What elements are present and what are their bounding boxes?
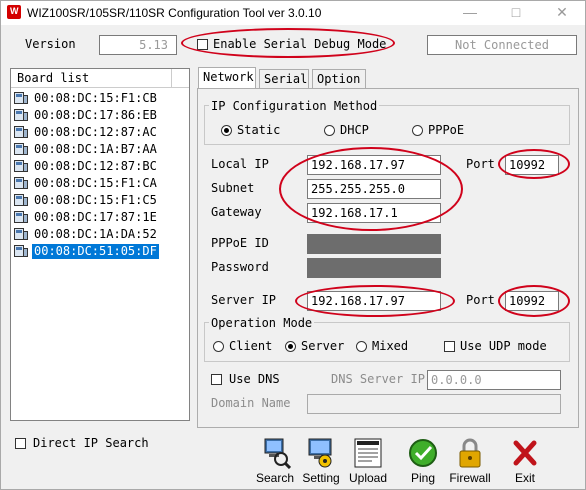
tab-serial[interactable]: Serial — [259, 69, 309, 89]
server-ip-input[interactable]: 192.168.17.97 — [307, 291, 441, 311]
mixed-radio[interactable] — [356, 341, 367, 352]
board-list-item[interactable]: 00:08:DC:12:87:BC — [13, 157, 173, 175]
firewall-icon — [459, 438, 481, 468]
subnet-input[interactable]: 255.255.255.0 — [307, 179, 441, 199]
window-title: WIZ100SR/105SR/110SR Configuration Tool … — [27, 6, 322, 20]
use-dns-label[interactable]: Use DNS — [229, 372, 280, 386]
upload-button[interactable]: Upload — [344, 437, 392, 489]
client-label[interactable]: Client — [229, 339, 272, 353]
server-port-label: Port — [466, 293, 495, 307]
use-dns-checkbox[interactable] — [211, 374, 222, 385]
gateway-label: Gateway — [211, 205, 262, 219]
board-mac-label: 00:08:DC:15:F1:C5 — [34, 193, 157, 207]
device-icon — [14, 228, 28, 240]
board-mac-label: 00:08:DC:15:F1:CA — [34, 176, 157, 190]
setting-icon — [308, 438, 332, 468]
board-list-item[interactable]: 00:08:DC:1A:B7:AA — [13, 140, 173, 158]
subnet-label: Subnet — [211, 181, 255, 195]
local-ip-input[interactable]: 192.168.17.97 — [307, 155, 441, 175]
password-input — [307, 258, 441, 278]
pppoe-id-input — [307, 234, 441, 254]
board-mac-label: 00:08:DC:17:87:1E — [34, 210, 157, 224]
main-window: W WIZ100SR/105SR/110SR Configuration Too… — [0, 0, 586, 490]
use-udp-label[interactable]: Use UDP mode — [460, 339, 547, 353]
exit-label: Exit — [514, 471, 535, 485]
version-label: Version — [25, 37, 76, 51]
ip-config-group-label: IP Configuration Method — [209, 99, 380, 113]
exit-button[interactable]: Exit — [501, 437, 549, 489]
board-list-item[interactable]: 00:08:DC:1A:DA:52 — [13, 225, 173, 243]
pppoe-id-label: PPPoE ID — [211, 236, 269, 250]
board-mac-label: 00:08:DC:17:86:EB — [34, 108, 157, 122]
use-udp-checkbox[interactable] — [444, 341, 455, 352]
board-list-item[interactable]: 00:08:DC:15:F1:CB — [13, 89, 173, 107]
gateway-input[interactable]: 192.168.17.1 — [307, 203, 441, 223]
board-list-title: Board list — [17, 71, 90, 85]
board-mac-label: 00:08:DC:1A:B7:AA — [34, 142, 157, 156]
board-mac-label: 00:08:DC:12:87:AC — [34, 125, 157, 139]
device-icon — [14, 245, 28, 257]
pppoe-radio[interactable] — [412, 125, 423, 136]
mixed-label[interactable]: Mixed — [372, 339, 408, 353]
title-bar: W WIZ100SR/105SR/110SR Configuration Too… — [1, 1, 585, 25]
upload-icon — [354, 438, 382, 468]
pppoe-label[interactable]: PPPoE — [428, 123, 464, 137]
domain-name-input — [307, 394, 561, 414]
device-icon — [14, 126, 28, 138]
board-mac-label: 00:08:DC:15:F1:CB — [34, 91, 157, 105]
board-list-item[interactable]: 00:08:DC:12:87:AC — [13, 123, 173, 141]
direct-ip-search-checkbox[interactable] — [15, 438, 26, 449]
app-icon: W — [7, 5, 21, 19]
close-button[interactable]: ✕ — [539, 1, 585, 25]
dhcp-label[interactable]: DHCP — [340, 123, 369, 137]
direct-ip-search-label[interactable]: Direct IP Search — [33, 436, 149, 450]
op-mode-group-label: Operation Mode — [209, 316, 315, 330]
list-header-divider — [171, 69, 190, 87]
server-label[interactable]: Server — [301, 339, 344, 353]
static-radio[interactable] — [221, 125, 232, 136]
static-label[interactable]: Static — [237, 123, 280, 137]
server-port-input[interactable]: 10992 — [505, 291, 559, 311]
board-list-item[interactable]: 00:08:DC:17:86:EB — [13, 106, 173, 124]
dhcp-radio[interactable] — [324, 125, 335, 136]
device-icon — [14, 92, 28, 104]
local-port-input[interactable]: 10992 — [505, 155, 559, 175]
board-mac-label: 00:08:DC:51:05:DF — [32, 244, 159, 259]
maximize-button[interactable]: □ — [493, 1, 539, 25]
ping-icon — [409, 439, 437, 467]
board-list-item[interactable]: 00:08:DC:15:F1:C5 — [13, 191, 173, 209]
board-mac-label: 00:08:DC:1A:DA:52 — [34, 227, 157, 241]
search-icon — [264, 438, 291, 469]
connection-status: Not Connected — [427, 35, 577, 55]
version-field: 5.13 — [99, 35, 177, 55]
dns-server-label: DNS Server IP — [331, 372, 425, 386]
board-list-item[interactable]: 00:08:DC:51:05:DF — [13, 242, 173, 260]
firewall-button[interactable]: Firewall — [446, 437, 494, 489]
exit-icon — [513, 440, 537, 466]
device-icon — [14, 194, 28, 206]
local-port-label: Port — [466, 157, 495, 171]
board-mac-label: 00:08:DC:12:87:BC — [34, 159, 157, 173]
domain-name-label: Domain Name — [211, 396, 291, 410]
dns-server-input: 0.0.0.0 — [427, 370, 561, 390]
board-list-item[interactable]: 00:08:DC:15:F1:CA — [13, 174, 173, 192]
device-icon — [14, 177, 28, 189]
tab-network[interactable]: Network — [198, 67, 256, 89]
enable-debug-checkbox[interactable] — [197, 39, 208, 50]
server-radio[interactable] — [285, 341, 296, 352]
device-icon — [14, 143, 28, 155]
device-icon — [14, 160, 28, 172]
password-label: Password — [211, 260, 269, 274]
local-ip-label: Local IP — [211, 157, 269, 171]
client-radio[interactable] — [213, 341, 224, 352]
board-list[interactable]: Board list 00:08:DC:15:F1:CB 00:08:DC:17:… — [10, 68, 190, 421]
enable-debug-label[interactable]: Enable Serial Debug Mode — [213, 37, 386, 51]
board-list-header: Board list — [11, 69, 189, 88]
minimize-button[interactable]: — — [447, 1, 493, 25]
board-list-item[interactable]: 00:08:DC:17:87:1E — [13, 208, 173, 226]
server-ip-label: Server IP — [211, 293, 277, 307]
device-icon — [14, 211, 28, 223]
device-icon — [14, 109, 28, 121]
tab-option[interactable]: Option — [312, 69, 366, 89]
